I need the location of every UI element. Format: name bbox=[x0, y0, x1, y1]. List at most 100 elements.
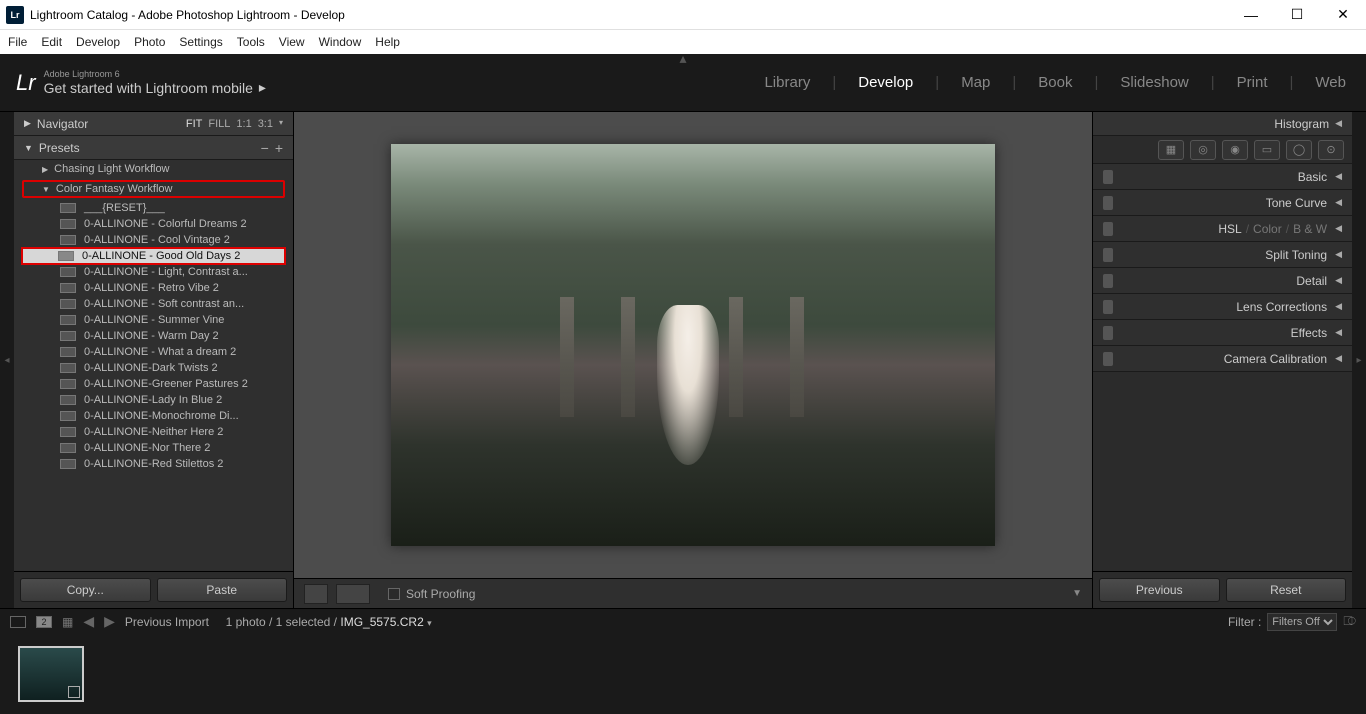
triangle-left-icon: ◀ bbox=[1335, 353, 1342, 364]
identity-plate-bar: ▴ Lr Adobe Lightroom 6 Get started with … bbox=[0, 54, 1366, 112]
left-edge-grip[interactable]: ◂ bbox=[0, 112, 14, 608]
previous-button[interactable]: Previous bbox=[1099, 578, 1220, 602]
maximize-button[interactable]: ☐ bbox=[1274, 0, 1320, 30]
develop-section-header[interactable]: Detail◀ bbox=[1093, 268, 1352, 294]
preset-item[interactable]: 0-ALLINONE-Nor There 2 bbox=[14, 440, 293, 456]
develop-section-header[interactable]: Camera Calibration◀ bbox=[1093, 346, 1352, 372]
module-map[interactable]: Map bbox=[957, 74, 994, 91]
filmstrip-thumbnail[interactable] bbox=[18, 646, 84, 702]
chevron-down-icon[interactable]: ▾ bbox=[279, 118, 283, 130]
preset-item[interactable]: 0-ALLINONE-Red Stilettos 2 bbox=[14, 456, 293, 472]
preset-item[interactable]: 0-ALLINONE - Warm Day 2 bbox=[14, 328, 293, 344]
preset-item[interactable]: 0-ALLINONE-Monochrome Di... bbox=[14, 408, 293, 424]
preset-item[interactable]: 0-ALLINONE - Summer Vine bbox=[14, 312, 293, 328]
preset-item[interactable]: 0-ALLINONE-Neither Here 2 bbox=[14, 424, 293, 440]
filter-select[interactable]: Filters Off bbox=[1267, 613, 1337, 631]
secondary-monitor-button[interactable]: 2 bbox=[36, 616, 52, 628]
menu-develop[interactable]: Develop bbox=[76, 35, 120, 49]
preset-item[interactable]: 0-ALLINONE - Light, Contrast a... bbox=[14, 264, 293, 280]
radial-tool[interactable]: ◯ bbox=[1286, 140, 1312, 160]
loupe-view-button[interactable] bbox=[304, 584, 328, 604]
preset-item[interactable]: 0-ALLINONE - Colorful Dreams 2 bbox=[14, 216, 293, 232]
module-web[interactable]: Web bbox=[1311, 74, 1350, 91]
section-switch[interactable] bbox=[1103, 170, 1113, 184]
menu-edit[interactable]: Edit bbox=[41, 35, 62, 49]
preset-item[interactable]: 0-ALLINONE - What a dream 2 bbox=[14, 344, 293, 360]
triangle-left-icon: ◀ bbox=[1335, 197, 1342, 208]
source-path[interactable]: Previous Import 1 photo / 1 selected / I… bbox=[125, 615, 432, 629]
develop-section-header[interactable]: Basic◀ bbox=[1093, 164, 1352, 190]
preset-item[interactable]: 0-ALLINONE-Dark Twists 2 bbox=[14, 360, 293, 376]
nav-1to1[interactable]: 1:1 bbox=[236, 118, 251, 130]
section-switch[interactable] bbox=[1103, 248, 1113, 262]
redeye-tool[interactable]: ◉ bbox=[1222, 140, 1248, 160]
preview-photo[interactable] bbox=[391, 144, 995, 546]
crop-tool[interactable]: ▦ bbox=[1158, 140, 1184, 160]
menu-tools[interactable]: Tools bbox=[237, 35, 265, 49]
navigator-header[interactable]: ▶ Navigator FIT FILL 1:1 3:1 ▾ bbox=[14, 112, 293, 136]
module-print[interactable]: Print bbox=[1233, 74, 1272, 91]
preset-icon bbox=[60, 283, 76, 293]
lightroom-logo: Lr bbox=[16, 70, 36, 96]
module-slideshow[interactable]: Slideshow bbox=[1116, 74, 1192, 91]
preset-folder[interactable]: ▼Color Fantasy Workflow bbox=[22, 180, 285, 198]
preset-item[interactable]: 0-ALLINONE - Soft contrast an... bbox=[14, 296, 293, 312]
filmstrip-info-bar: 2 ▦ ◀ ▶ Previous Import 1 photo / 1 sele… bbox=[0, 608, 1366, 634]
reset-button[interactable]: Reset bbox=[1226, 578, 1347, 602]
brush-tool[interactable]: ⊙ bbox=[1318, 140, 1344, 160]
section-switch[interactable] bbox=[1103, 222, 1113, 236]
section-switch[interactable] bbox=[1103, 326, 1113, 340]
primary-monitor-button[interactable] bbox=[10, 616, 26, 628]
minus-icon[interactable]: − bbox=[261, 141, 269, 155]
preset-item[interactable]: ___{RESET}___ bbox=[14, 200, 293, 216]
nav-forward-icon[interactable]: ▶ bbox=[104, 613, 115, 630]
preset-icon bbox=[60, 203, 76, 213]
develop-section-header[interactable]: Split Toning◀ bbox=[1093, 242, 1352, 268]
module-library[interactable]: Library bbox=[760, 74, 814, 91]
menu-photo[interactable]: Photo bbox=[134, 35, 165, 49]
menu-view[interactable]: View bbox=[279, 35, 305, 49]
nav-3to1[interactable]: 3:1 bbox=[258, 118, 273, 130]
spot-tool[interactable]: ◎ bbox=[1190, 140, 1216, 160]
close-button[interactable]: ✕ bbox=[1320, 0, 1366, 30]
develop-section-header[interactable]: Effects◀ bbox=[1093, 320, 1352, 346]
module-book[interactable]: Book bbox=[1034, 74, 1076, 91]
menu-settings[interactable]: Settings bbox=[179, 35, 222, 49]
section-switch[interactable] bbox=[1103, 300, 1113, 314]
menu-window[interactable]: Window bbox=[319, 35, 362, 49]
filter-lock-icon[interactable]: ⎄ bbox=[1343, 614, 1356, 629]
preset-item[interactable]: 0-ALLINONE - Good Old Days 2 bbox=[22, 248, 285, 264]
preset-item[interactable]: 0-ALLINONE-Lady In Blue 2 bbox=[14, 392, 293, 408]
minimize-button[interactable]: — bbox=[1228, 0, 1274, 30]
preset-item[interactable]: 0-ALLINONE-Greener Pastures 2 bbox=[14, 376, 293, 392]
module-develop[interactable]: Develop bbox=[854, 74, 917, 91]
develop-section-header[interactable]: Lens Corrections◀ bbox=[1093, 294, 1352, 320]
develop-section-header[interactable]: Tone Curve◀ bbox=[1093, 190, 1352, 216]
preset-icon bbox=[60, 379, 76, 389]
paste-button[interactable]: Paste bbox=[157, 578, 288, 602]
preset-item[interactable]: 0-ALLINONE - Cool Vintage 2 bbox=[14, 232, 293, 248]
histogram-header[interactable]: Histogram◀ bbox=[1093, 112, 1352, 136]
right-edge-grip[interactable]: ▸ bbox=[1352, 112, 1366, 608]
gradient-tool[interactable]: ▭ bbox=[1254, 140, 1280, 160]
brand-main[interactable]: Get started with Lightroom mobile▸ bbox=[44, 79, 266, 96]
top-panel-grip[interactable]: ▴ bbox=[679, 50, 686, 67]
toolbar-expand-icon[interactable]: ▼ bbox=[1072, 588, 1082, 599]
nav-back-icon[interactable]: ◀ bbox=[83, 613, 94, 630]
preset-folder[interactable]: ▶Chasing Light Workflow bbox=[14, 160, 293, 178]
presets-header[interactable]: ▼ Presets −+ bbox=[14, 136, 293, 160]
menu-file[interactable]: File bbox=[8, 35, 27, 49]
copy-button[interactable]: Copy... bbox=[20, 578, 151, 602]
section-switch[interactable] bbox=[1103, 196, 1113, 210]
menu-help[interactable]: Help bbox=[375, 35, 400, 49]
nav-fit[interactable]: FIT bbox=[186, 118, 203, 130]
develop-section-header[interactable]: HSL/Color/B & W◀ bbox=[1093, 216, 1352, 242]
grid-icon[interactable]: ▦ bbox=[62, 615, 73, 629]
preset-item[interactable]: 0-ALLINONE - Retro Vibe 2 bbox=[14, 280, 293, 296]
section-switch[interactable] bbox=[1103, 274, 1113, 288]
before-after-button[interactable] bbox=[336, 584, 370, 604]
nav-fill[interactable]: FILL bbox=[208, 118, 230, 130]
soft-proofing-checkbox[interactable] bbox=[388, 588, 400, 600]
plus-icon[interactable]: + bbox=[275, 141, 283, 155]
section-switch[interactable] bbox=[1103, 352, 1113, 366]
